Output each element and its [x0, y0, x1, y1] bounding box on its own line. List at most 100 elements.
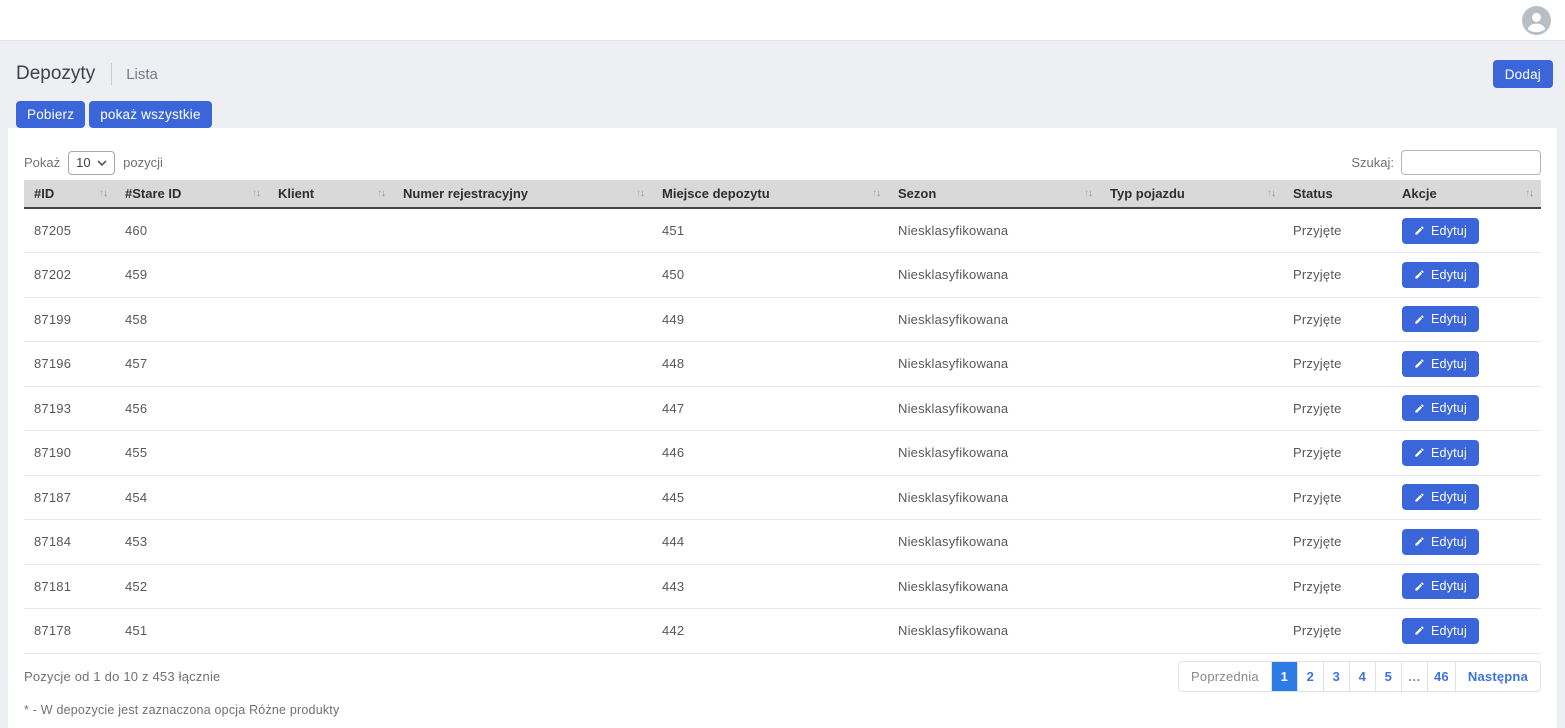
column-header-label: Typ pojazdu	[1110, 186, 1185, 201]
column-header[interactable]: Miejsce depozytu ↑↓	[652, 180, 888, 208]
column-header[interactable]: Klient ↑↓	[268, 180, 393, 208]
edit-button[interactable]: Edytuj	[1402, 484, 1479, 510]
pagination-page-2[interactable]: 2	[1297, 662, 1323, 691]
cell-id: 87181	[24, 564, 115, 609]
edit-button[interactable]: Edytuj	[1402, 262, 1479, 288]
cell-klient	[268, 208, 393, 253]
cell-numer-rejestracyjny	[393, 520, 652, 565]
cell-miejsce-depozytu: 449	[652, 297, 888, 342]
cell-status: Przyjęte	[1283, 564, 1392, 609]
cell-id: 87187	[24, 475, 115, 520]
cell-miejsce-depozytu: 444	[652, 520, 888, 565]
cell-miejsce-depozytu: 447	[652, 386, 888, 431]
edit-button-label: Edytuj	[1431, 579, 1467, 593]
cell-klient	[268, 609, 393, 654]
pencil-icon	[1414, 581, 1425, 592]
cell-akcje: Edytuj	[1392, 297, 1541, 342]
cell-stare-id: 456	[115, 386, 268, 431]
add-button[interactable]: Dodaj	[1493, 60, 1553, 88]
cell-sezon: Niesklasyfikowana	[888, 386, 1100, 431]
pagination-page-4[interactable]: 4	[1349, 662, 1375, 691]
sort-icon: ↑↓	[252, 189, 261, 199]
cell-typ-pojazdu	[1100, 520, 1283, 565]
cell-id: 87193	[24, 386, 115, 431]
edit-button-label: Edytuj	[1431, 624, 1467, 638]
column-header[interactable]: Status ↑↓	[1283, 180, 1392, 208]
column-header-label: Sezon	[898, 186, 936, 201]
table-row: 87181 452 443 Niesklasyfikowana Przyjęte…	[24, 564, 1541, 609]
pencil-icon	[1414, 625, 1425, 636]
edit-button-label: Edytuj	[1431, 357, 1467, 371]
pagination-next[interactable]: Następna	[1455, 662, 1540, 691]
cell-klient	[268, 297, 393, 342]
column-header[interactable]: Akcje ↑↓	[1392, 180, 1541, 208]
table-header-row: #ID ↑↓ #Stare ID ↑↓ Klient ↑↓ Numer reje…	[24, 180, 1541, 208]
edit-button[interactable]: Edytuj	[1402, 395, 1479, 421]
cell-stare-id: 453	[115, 520, 268, 565]
show-all-button[interactable]: pokaż wszystkie	[89, 101, 212, 128]
cell-miejsce-depozytu: 442	[652, 609, 888, 654]
column-header[interactable]: Typ pojazdu ↑↓	[1100, 180, 1283, 208]
cell-status: Przyjęte	[1283, 431, 1392, 476]
cell-typ-pojazdu	[1100, 564, 1283, 609]
edit-button[interactable]: Edytuj	[1402, 618, 1479, 644]
cell-sezon: Niesklasyfikowana	[888, 475, 1100, 520]
download-button[interactable]: Pobierz	[16, 101, 85, 128]
cell-id: 87190	[24, 431, 115, 476]
sort-icon: ↑↓	[99, 189, 108, 199]
cell-miejsce-depozytu: 450	[652, 253, 888, 298]
edit-button[interactable]: Edytuj	[1402, 573, 1479, 599]
pencil-icon	[1414, 492, 1425, 503]
user-avatar-icon[interactable]	[1522, 6, 1551, 35]
pagination-page-46[interactable]: 46	[1427, 662, 1455, 691]
pagination-previous[interactable]: Poprzednia	[1179, 662, 1271, 691]
pencil-icon	[1414, 225, 1425, 236]
cell-status: Przyjęte	[1283, 253, 1392, 298]
edit-button[interactable]: Edytuj	[1402, 440, 1479, 466]
cell-status: Przyjęte	[1283, 297, 1392, 342]
cell-klient	[268, 475, 393, 520]
edit-button[interactable]: Edytuj	[1402, 529, 1479, 555]
column-header-label: #Stare ID	[125, 186, 181, 201]
cell-miejsce-depozytu: 446	[652, 431, 888, 476]
cell-id: 87202	[24, 253, 115, 298]
table-row: 87190 455 446 Niesklasyfikowana Przyjęte…	[24, 431, 1541, 476]
table-row: 87184 453 444 Niesklasyfikowana Przyjęte…	[24, 520, 1541, 565]
pagination-page-1[interactable]: 1	[1271, 662, 1297, 691]
search-input[interactable]	[1401, 150, 1541, 175]
cell-miejsce-depozytu: 445	[652, 475, 888, 520]
content-card: Pokaż 10 pozycji Szukaj: #ID ↑↓ #Stare I…	[8, 128, 1557, 728]
column-header[interactable]: Sezon ↑↓	[888, 180, 1100, 208]
edit-button[interactable]: Edytuj	[1402, 306, 1479, 332]
edit-button[interactable]: Edytuj	[1402, 218, 1479, 244]
column-header[interactable]: Numer rejestracyjny ↑↓	[393, 180, 652, 208]
pagination-ellipsis[interactable]: …	[1401, 662, 1427, 691]
page-size-label: Pokaż	[24, 155, 60, 170]
page-size-select[interactable]: 10	[68, 151, 115, 175]
pagination-page-5[interactable]: 5	[1375, 662, 1401, 691]
cell-stare-id: 458	[115, 297, 268, 342]
edit-button-label: Edytuj	[1431, 490, 1467, 504]
column-header[interactable]: #Stare ID ↑↓	[115, 180, 268, 208]
pencil-icon	[1414, 536, 1425, 547]
cell-typ-pojazdu	[1100, 431, 1283, 476]
column-header[interactable]: #ID ↑↓	[24, 180, 115, 208]
column-header-label: Akcje	[1402, 186, 1437, 201]
search-label: Szukaj:	[1351, 155, 1394, 170]
cell-status: Przyjęte	[1283, 386, 1392, 431]
cell-sezon: Niesklasyfikowana	[888, 342, 1100, 387]
table-row: 87199 458 449 Niesklasyfikowana Przyjęte…	[24, 297, 1541, 342]
cell-stare-id: 454	[115, 475, 268, 520]
cell-numer-rejestracyjny	[393, 609, 652, 654]
pagination-page-3[interactable]: 3	[1323, 662, 1349, 691]
edit-button-label: Edytuj	[1431, 401, 1467, 415]
cell-stare-id: 452	[115, 564, 268, 609]
edit-button[interactable]: Edytuj	[1402, 351, 1479, 377]
cell-stare-id: 457	[115, 342, 268, 387]
cell-id: 87196	[24, 342, 115, 387]
cell-miejsce-depozytu: 448	[652, 342, 888, 387]
table-row: 87187 454 445 Niesklasyfikowana Przyjęte…	[24, 475, 1541, 520]
cell-klient	[268, 342, 393, 387]
pencil-icon	[1414, 269, 1425, 280]
cell-status: Przyjęte	[1283, 520, 1392, 565]
